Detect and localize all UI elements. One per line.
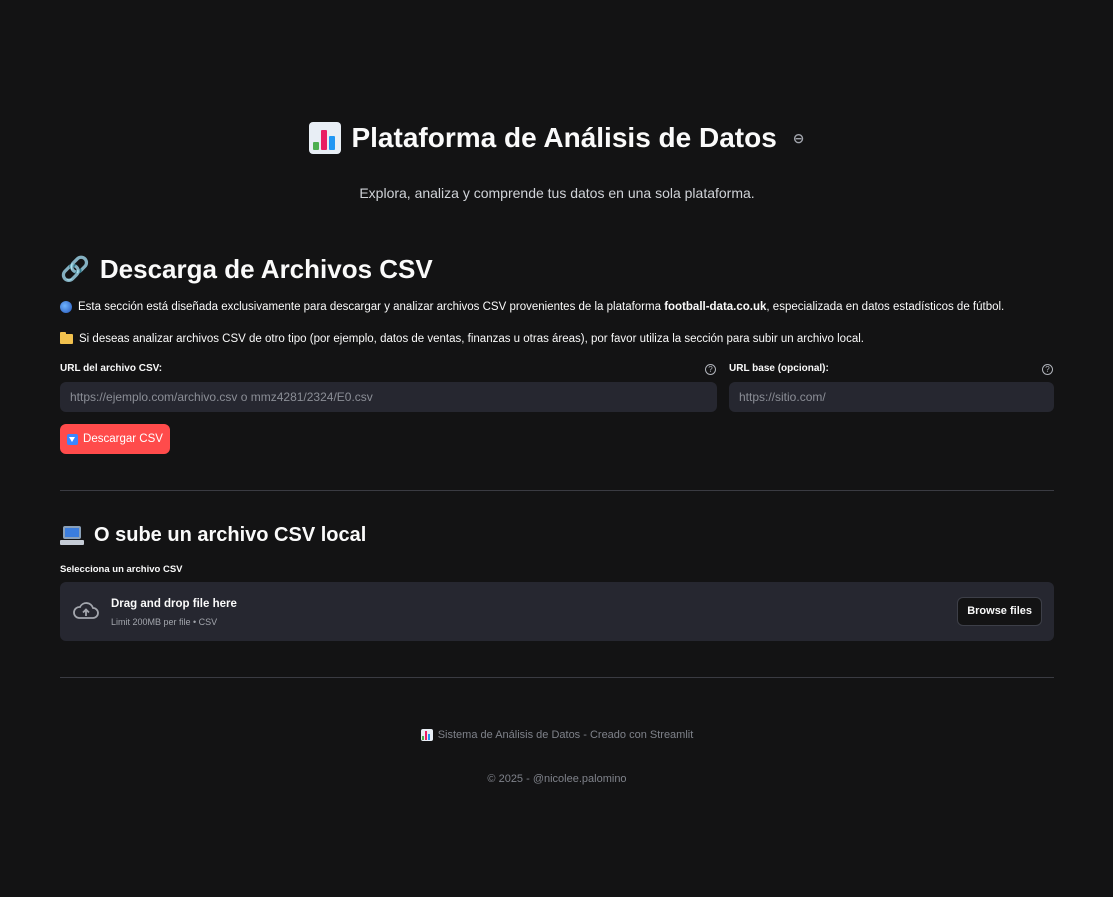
- bar-chart-icon: [420, 729, 433, 741]
- upload-section-title: O sube un archivo CSV local: [60, 524, 366, 547]
- footer-copyright: © 2025 - @nicolee.palomino: [487, 773, 627, 785]
- file-dropzone[interactable]: Drag and drop file here Limit 200MB per …: [60, 582, 1054, 641]
- base-url-input[interactable]: [729, 382, 1054, 412]
- help-icon[interactable]: ?: [705, 364, 716, 375]
- info1-bold: football-data.co.uk: [664, 301, 767, 313]
- link-icon: 🔗: [60, 256, 90, 283]
- divider: [60, 490, 1054, 491]
- csv-url-input[interactable]: [60, 382, 717, 412]
- file-uploader-label: Selecciona un archivo CSV: [60, 564, 183, 575]
- anchor-link-icon[interactable]: ⊖: [793, 130, 805, 147]
- download-info-line: Esta sección está diseñada exclusivament…: [78, 301, 1004, 313]
- help-icon[interactable]: ?: [1042, 364, 1053, 375]
- page-subtitle: Explora, analiza y comprende tus datos e…: [359, 185, 755, 201]
- footer-credits: Sistema de Análisis de Datos - Creado co…: [60, 729, 1054, 741]
- dropzone-title: Drag and drop file here: [111, 598, 237, 610]
- folder-icon: [60, 332, 73, 344]
- info1-suffix: , especializada en datos estadísticos de…: [766, 301, 1005, 313]
- download-section-title-text: Descarga de Archivos CSV: [99, 254, 433, 284]
- download-csv-button-label: Descargar CSV: [83, 433, 163, 445]
- download-arrow-icon: [67, 433, 79, 445]
- footer-credits-text: Sistema de Análisis de Datos - Creado co…: [437, 729, 694, 741]
- download-csv-button[interactable]: Descargar CSV: [60, 424, 170, 454]
- globe-icon: [60, 301, 72, 313]
- local-upload-info-line: Si deseas analizar archivos CSV de otro …: [79, 333, 864, 345]
- info1-prefix: Esta sección está diseñada exclusivament…: [78, 301, 665, 313]
- laptop-icon: [60, 525, 84, 546]
- bar-chart-icon: [309, 122, 342, 154]
- page-title-text: Plataforma de Análisis de Datos: [351, 122, 777, 153]
- browse-files-button[interactable]: Browse files: [957, 597, 1042, 626]
- base-url-field-label: URL base (opcional):: [729, 363, 829, 374]
- url-field-label: URL del archivo CSV:: [60, 363, 163, 374]
- local-upload-info-text: Si deseas analizar archivos CSV de otro …: [60, 332, 864, 345]
- download-section-title: 🔗 Descarga de Archivos CSV: [60, 254, 433, 285]
- dropzone-limit-text: Limit 200MB per file • CSV: [111, 617, 218, 627]
- cloud-upload-icon: [73, 602, 99, 619]
- app-page: Plataforma de Análisis de Datos ⊖ Explor…: [0, 0, 1113, 897]
- download-info-text: Esta sección está diseñada exclusivament…: [60, 301, 1004, 313]
- divider: [60, 677, 1054, 678]
- upload-section-title-text: O sube un archivo CSV local: [94, 524, 367, 546]
- page-title: Plataforma de Análisis de Datos ⊖: [60, 122, 1054, 154]
